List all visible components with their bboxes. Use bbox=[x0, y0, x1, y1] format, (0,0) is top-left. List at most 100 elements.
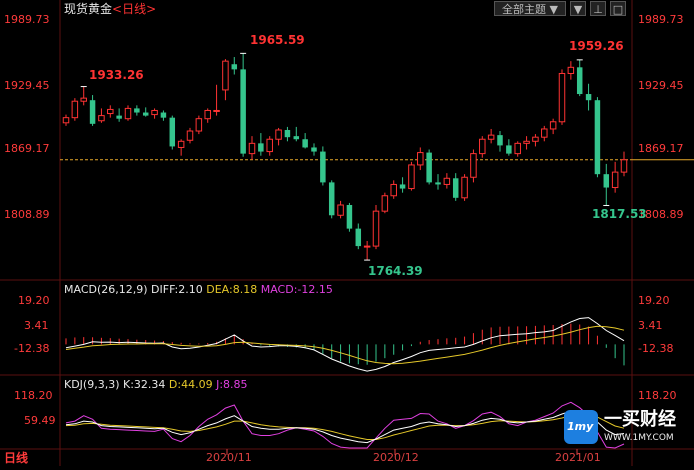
brand-url: WWW.1MY.COM bbox=[604, 433, 674, 443]
candle-body-11 bbox=[160, 112, 167, 118]
candle-body-62 bbox=[611, 171, 619, 189]
instrument-title: 现货黄金<日线> bbox=[64, 3, 156, 15]
kdj-k: K:32.34 bbox=[123, 378, 166, 391]
candle-body-32 bbox=[346, 204, 353, 229]
candle-body-24 bbox=[275, 129, 282, 140]
candle-body-27 bbox=[302, 139, 308, 148]
chevron-down-icon: ▼ bbox=[549, 3, 558, 16]
brand-logo-icon: 1my bbox=[564, 410, 598, 444]
macd-axis-left-0: 19.20 bbox=[18, 294, 50, 307]
macd-dea: DEA:8.18 bbox=[206, 283, 258, 296]
period-label: <日线> bbox=[112, 2, 157, 16]
candle-body-8 bbox=[134, 108, 140, 113]
candle-body-18 bbox=[222, 60, 229, 91]
macd-dif-line bbox=[65, 317, 625, 372]
candle-body-48 bbox=[487, 134, 495, 140]
macd-value: MACD:-12.15 bbox=[260, 283, 333, 296]
candle-body-17 bbox=[213, 109, 220, 112]
kdj-axis-left-0: 118.20 bbox=[14, 389, 53, 402]
candle-body-25 bbox=[284, 129, 291, 138]
candle-body-56 bbox=[558, 72, 566, 123]
macd-axis-right-1: 3.41 bbox=[638, 319, 663, 332]
candle-body-30 bbox=[328, 182, 335, 216]
watermark: 1my 一买财经 WWW.1MY.COM bbox=[564, 410, 686, 448]
candle-body-21 bbox=[248, 142, 256, 155]
candle-body-16 bbox=[204, 109, 211, 120]
theme-menu-button[interactable]: 全部主题 ▼ bbox=[494, 1, 566, 16]
kdj-j: J:8.85 bbox=[216, 378, 248, 391]
macd-axis-left-2: -12.38 bbox=[14, 342, 50, 355]
annotation-high-2: 1965.59 bbox=[250, 33, 305, 47]
candle-body-59 bbox=[585, 94, 592, 101]
candle-body-60 bbox=[594, 100, 601, 175]
price-axis-left-1: 1929.45 bbox=[4, 79, 50, 92]
price-axis-right-2: 1869.17 bbox=[638, 142, 684, 155]
maximize-button[interactable]: □ bbox=[610, 1, 626, 16]
annotation-high-3: 1959.26 bbox=[569, 39, 624, 53]
candle-body-7 bbox=[124, 107, 132, 120]
annotation-low-2: 1817.53 bbox=[592, 207, 647, 221]
candle-body-40 bbox=[417, 152, 424, 166]
candle-body-38 bbox=[399, 184, 406, 189]
candle-body-19 bbox=[231, 64, 238, 70]
candle-body-9 bbox=[142, 112, 149, 116]
instrument-name: 现货黄金 bbox=[64, 2, 113, 16]
candle-body-6 bbox=[116, 115, 122, 119]
candle-body-50 bbox=[506, 145, 512, 154]
candle-body-1 bbox=[71, 100, 79, 119]
macd-header: MACD(26,12,9) DIFF:2.10 DEA:8.18 MACD:-1… bbox=[64, 284, 333, 295]
candle-body-43 bbox=[443, 177, 451, 185]
candle-body-22 bbox=[258, 143, 264, 152]
candle-body-10 bbox=[151, 109, 158, 116]
macd-axis-right-0: 19.20 bbox=[638, 294, 670, 307]
candle-body-39 bbox=[408, 164, 415, 190]
kdj-axis-left-1: 59.49 bbox=[24, 414, 56, 427]
candle-body-54 bbox=[541, 128, 548, 138]
kdj-header: KDJ(9,3,3) K:32.34 D:44.09 J:8.85 bbox=[64, 379, 248, 390]
annotation-high-1: 1933.26 bbox=[89, 68, 144, 82]
price-axis-left-3: 1808.89 bbox=[4, 208, 50, 221]
macd-title: MACD(26,12,9) bbox=[64, 283, 148, 296]
brand-name: 一买财经 bbox=[604, 409, 676, 430]
candle-body-53 bbox=[532, 136, 539, 142]
price-axis-left-2: 1869.17 bbox=[4, 142, 50, 155]
kdj-axis-right-0: 118.20 bbox=[638, 389, 677, 402]
candle-body-58 bbox=[576, 67, 583, 95]
candle-body-14 bbox=[186, 130, 194, 141]
candle-body-41 bbox=[426, 152, 432, 183]
annotation-low-1: 1764.39 bbox=[368, 264, 423, 278]
period-select-button[interactable]: 日线 bbox=[4, 452, 28, 464]
candle-body-28 bbox=[311, 147, 317, 152]
candle-body-31 bbox=[337, 204, 344, 216]
candle-body-4 bbox=[98, 115, 105, 122]
candle-body-45 bbox=[461, 176, 468, 199]
window-icon: □ bbox=[612, 3, 624, 16]
candle-body-20 bbox=[240, 69, 246, 154]
candle-body-5 bbox=[107, 108, 114, 115]
dropdown-button[interactable]: ▼ bbox=[570, 1, 586, 16]
candle-body-29 bbox=[320, 151, 326, 183]
candle-body-42 bbox=[435, 182, 441, 185]
brand-logo-text: 1my bbox=[567, 420, 594, 433]
candle-body-3 bbox=[89, 100, 96, 124]
crosshair-icon: ⊥ bbox=[593, 3, 603, 16]
candle-body-13 bbox=[177, 140, 185, 148]
indicator-button[interactable]: ⊥ bbox=[590, 1, 606, 16]
kdj-j-line bbox=[65, 401, 625, 449]
candle-body-15 bbox=[195, 118, 203, 132]
candle-body-0 bbox=[62, 117, 70, 124]
chart-window: 现货黄金<日线> 全部主题 ▼ ▼ ⊥ □ 1989.73 1929.45 18… bbox=[0, 0, 694, 466]
candle-body-55 bbox=[549, 121, 557, 130]
candle-body-2 bbox=[80, 97, 87, 102]
triangle-down-icon: ▼ bbox=[573, 3, 583, 16]
x-axis-label-0: 2020/11 bbox=[206, 451, 252, 464]
kdj-d: D:44.09 bbox=[168, 378, 213, 391]
macd-axis-left-1: 3.41 bbox=[24, 319, 49, 332]
candle-body-37 bbox=[390, 183, 397, 197]
candle-body-23 bbox=[266, 138, 273, 153]
candle-body-34 bbox=[363, 245, 371, 248]
candle-body-47 bbox=[479, 138, 486, 155]
theme-menu-label: 全部主题 bbox=[502, 3, 547, 16]
price-axis-left-0: 1989.73 bbox=[4, 13, 50, 26]
price-axis-right-1: 1929.45 bbox=[638, 79, 684, 92]
